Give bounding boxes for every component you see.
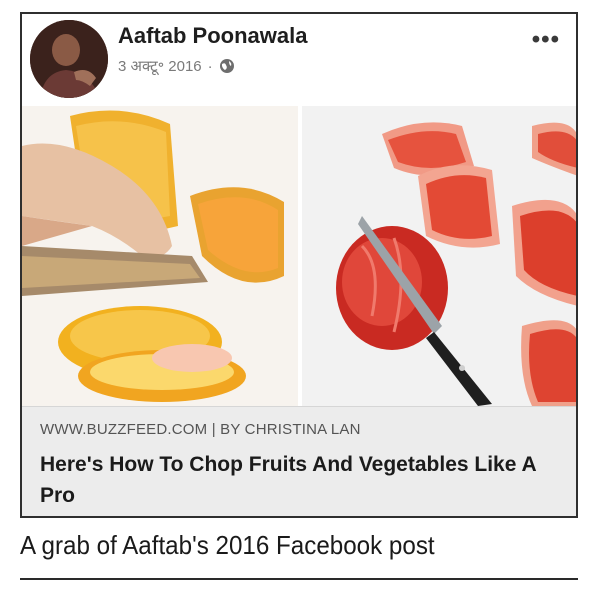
link-title[interactable]: Here's How To Chop Fruits And Vegetables… <box>40 449 560 511</box>
facebook-post-card: Aaftab Poonawala 3 अक्टू॰ 2016 · ••• WWW… <box>20 12 578 518</box>
author-name[interactable]: Aaftab Poonawala <box>118 23 307 49</box>
image-caption: A grab of Aaftab's 2016 Facebook post <box>20 530 435 560</box>
globe-icon <box>219 58 235 74</box>
post-date[interactable]: 3 अक्टू॰ 2016 <box>118 56 202 76</box>
meta-separator: · <box>207 57 213 75</box>
link-preview[interactable]: WWW.BUZZFEED.COM | BY CHRISTINA LAN Here… <box>22 406 576 516</box>
post-meta: 3 अक्टू॰ 2016 · <box>118 56 235 76</box>
more-options-button[interactable]: ••• <box>532 28 560 52</box>
avatar[interactable] <box>30 20 108 98</box>
post-header: Aaftab Poonawala 3 अक्टू॰ 2016 · ••• <box>22 14 576 106</box>
post-image[interactable] <box>22 106 576 406</box>
caption-rule <box>20 578 578 580</box>
link-source: WWW.BUZZFEED.COM | BY CHRISTINA LAN <box>40 421 361 438</box>
